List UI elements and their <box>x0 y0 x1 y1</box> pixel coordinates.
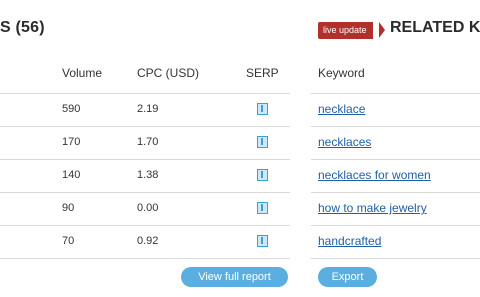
volume-cell: 590 <box>62 103 81 115</box>
row-divider <box>0 126 290 127</box>
row-divider <box>0 192 290 193</box>
cpc-cell: 1.38 <box>137 169 159 181</box>
serp-snapshot-icon[interactable] <box>257 136 268 148</box>
volume-cell: 90 <box>62 202 75 214</box>
row-divider <box>0 258 290 259</box>
cpc-cell: 0.92 <box>137 235 159 247</box>
row-divider <box>311 225 480 226</box>
keyword-link[interactable]: necklaces <box>318 135 371 149</box>
row-divider <box>311 258 480 259</box>
organic-keywords-title: S (56) <box>0 19 45 36</box>
cpc-cell: 1.70 <box>137 136 159 148</box>
serp-snapshot-icon[interactable] <box>257 103 268 115</box>
row-divider <box>311 192 480 193</box>
row-divider <box>0 225 290 226</box>
cpc-column-header[interactable]: CPC (USD) <box>137 66 199 80</box>
cpc-cell: 0.00 <box>137 202 159 214</box>
export-button[interactable]: Export <box>318 267 377 287</box>
keyword-link[interactable]: handcrafted <box>318 234 381 248</box>
row-divider <box>311 126 480 127</box>
volume-cell: 70 <box>62 235 75 247</box>
row-divider <box>0 159 290 160</box>
live-update-badge: live update <box>318 22 373 39</box>
keyword-link[interactable]: necklaces for women <box>318 168 431 182</box>
volume-cell: 170 <box>62 136 81 148</box>
serp-snapshot-icon[interactable] <box>257 169 268 181</box>
view-full-report-button[interactable]: View full report <box>181 267 288 287</box>
badge-arrow-icon <box>379 22 385 38</box>
volume-cell: 140 <box>62 169 81 181</box>
row-divider <box>311 159 480 160</box>
cpc-cell: 2.19 <box>137 103 159 115</box>
keyword-column-header: Keyword <box>318 66 365 80</box>
serp-snapshot-icon[interactable] <box>257 235 268 247</box>
related-keywords-title: RELATED K <box>390 19 480 36</box>
volume-column-header[interactable]: Volume <box>62 66 102 80</box>
header-divider <box>311 93 480 94</box>
keyword-link[interactable]: necklace <box>318 102 365 116</box>
header-divider <box>0 93 290 94</box>
keyword-link[interactable]: how to make jewelry <box>318 201 427 215</box>
serp-column-header: SERP <box>246 66 279 80</box>
serp-snapshot-icon[interactable] <box>257 202 268 214</box>
